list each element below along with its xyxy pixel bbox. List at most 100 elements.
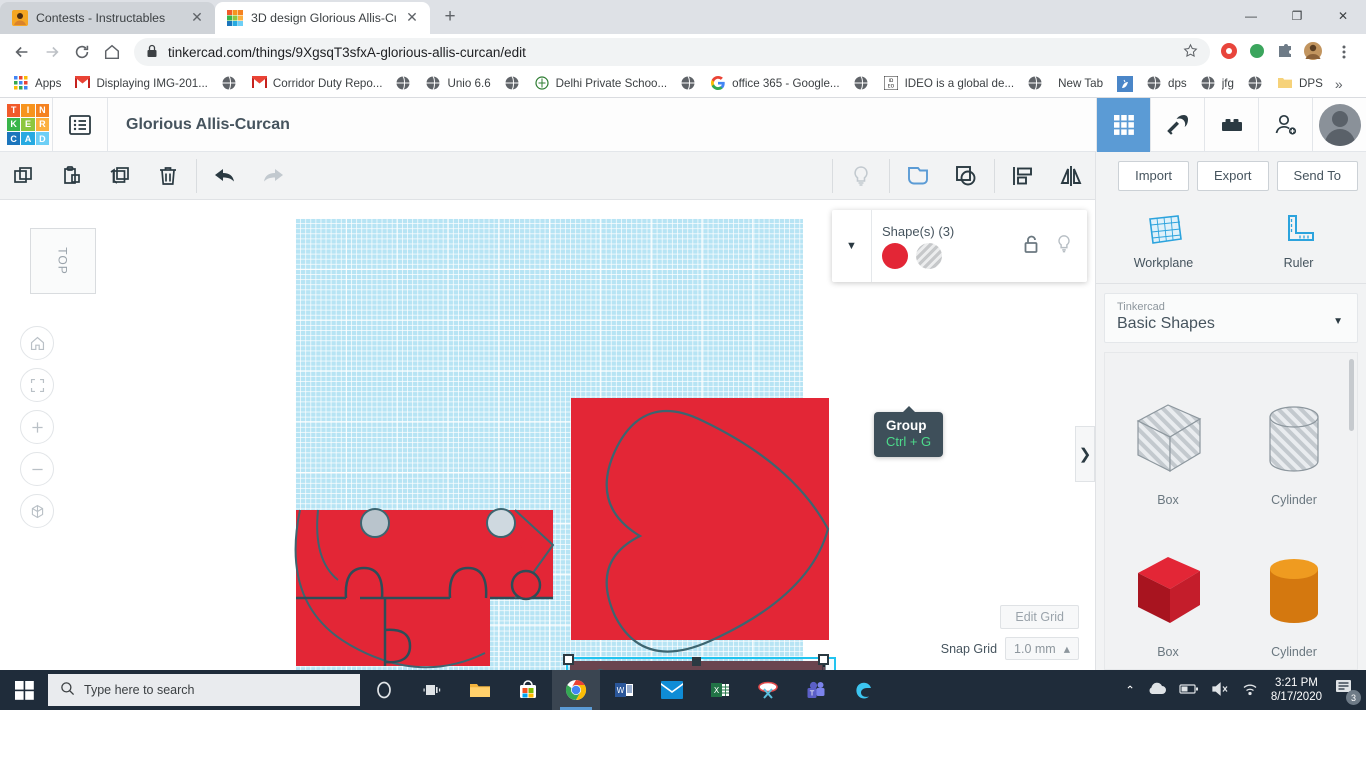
fit-to-view-icon[interactable]	[20, 368, 54, 402]
home-view-icon[interactable]	[20, 326, 54, 360]
search-input[interactable]: Type here to search	[48, 674, 360, 706]
edit-grid-button[interactable]: Edit Grid	[1000, 605, 1079, 629]
extension-globe-icon[interactable]	[1246, 40, 1270, 64]
solid-color-swatch[interactable]	[882, 242, 908, 269]
shape-library-picker[interactable]: Tinkercad Basic Shapes ▼	[1104, 293, 1358, 343]
shape-item-hole-cylinder[interactable]: Cylinder	[1231, 361, 1357, 513]
resize-handle-top-left[interactable]	[563, 654, 574, 665]
bookmark-ideo[interactable]: ID EO IDEO is a global de...	[878, 74, 1021, 94]
undo-arrow-icon[interactable]	[201, 152, 249, 200]
bookmark-delhi-private-school[interactable]: Delhi Private Schoo...	[529, 74, 673, 94]
chrome-icon[interactable]	[552, 670, 600, 710]
shape-item-orange-cylinder[interactable]: Cylinder	[1231, 513, 1357, 665]
group-icon[interactable]	[894, 152, 942, 200]
hole-swatch[interactable]	[916, 242, 942, 269]
new-tab-button[interactable]: +	[436, 4, 464, 32]
kebab-menu-icon[interactable]	[1330, 38, 1358, 66]
shape-item-hole-box[interactable]: Box	[1105, 361, 1231, 513]
star-icon[interactable]	[1183, 43, 1198, 61]
snipping-tool-icon[interactable]	[744, 670, 792, 710]
bookmark-gmail-1[interactable]: Displaying IMG-201...	[69, 74, 213, 94]
workplane-tool[interactable]: Workplane	[1096, 200, 1231, 283]
cortana-icon[interactable]	[360, 670, 408, 710]
minimize-button[interactable]: —	[1228, 0, 1274, 32]
page-title[interactable]: Glorious Allis-Curcan	[108, 116, 1096, 134]
back-icon[interactable]	[8, 38, 36, 66]
scrollbar-thumb[interactable]	[1349, 359, 1354, 431]
bookmark-apps[interactable]: Apps	[8, 74, 67, 94]
bookmark-globe-4[interactable]	[675, 74, 703, 94]
shape-item-red-box[interactable]: Box	[1105, 513, 1231, 665]
view-cube[interactable]: TOP	[30, 228, 96, 294]
ruler-tool[interactable]: Ruler	[1231, 200, 1366, 283]
word-icon[interactable]: W	[600, 670, 648, 710]
paste-icon[interactable]	[48, 152, 96, 200]
clock[interactable]: 3:21 PM 8/17/2020	[1271, 676, 1322, 705]
snap-grid-select[interactable]: 1.0 mm ▴	[1005, 637, 1079, 660]
excel-icon[interactable]: X	[696, 670, 744, 710]
panel-collapse-tab[interactable]: ❯	[1075, 426, 1095, 482]
bookmark-globe-2[interactable]	[390, 74, 418, 94]
resize-handle-top-right[interactable]	[818, 654, 829, 665]
extension-badge-icon[interactable]	[1218, 40, 1242, 64]
windows-start-icon[interactable]	[0, 670, 48, 710]
export-button[interactable]: Export	[1196, 160, 1269, 191]
import-button[interactable]: Import	[1118, 160, 1189, 191]
copy-icon[interactable]	[0, 152, 48, 200]
bookmark-globe-5[interactable]	[848, 74, 876, 94]
bookmark-folder-dps[interactable]: DPS	[1272, 74, 1329, 94]
bookmark-office365[interactable]: office 365 - Google...	[705, 74, 845, 94]
reload-icon[interactable]	[68, 38, 96, 66]
extension-puzzle-icon[interactable]	[1274, 40, 1298, 64]
send-to-button[interactable]: Send To	[1276, 160, 1358, 191]
close-icon[interactable]: ✕	[189, 10, 205, 26]
bookmark-new-tab[interactable]: New Tab	[1052, 75, 1109, 92]
bookmark-jfg[interactable]: jfg	[1195, 74, 1240, 94]
browser-tab-0[interactable]: Contests - Instructables ✕	[0, 2, 215, 34]
volume-mute-icon[interactable]	[1211, 681, 1229, 699]
bookmark-dps-1[interactable]: dps	[1141, 74, 1193, 94]
unlock-icon[interactable]	[1023, 234, 1041, 259]
selection-bounding-box[interactable]	[566, 657, 836, 670]
zoom-in-icon[interactable]	[20, 410, 54, 444]
perspective-toggle-icon[interactable]	[20, 494, 54, 528]
bookmarks-overflow-button[interactable]: »	[1331, 76, 1347, 92]
tinkercad-logo-icon[interactable]: T I N K E R C A D	[4, 101, 52, 149]
teams-icon[interactable]: T	[792, 670, 840, 710]
shapes-list[interactable]: Box Cylinder Box Cylinder	[1104, 352, 1358, 670]
align-icon[interactable]	[999, 152, 1047, 200]
list-menu-icon[interactable]	[53, 98, 107, 152]
minecraft-pickaxe-icon[interactable]	[1150, 97, 1204, 152]
lego-brick-icon[interactable]	[1204, 97, 1258, 152]
home-icon[interactable]	[98, 38, 126, 66]
mirror-icon[interactable]	[1047, 152, 1095, 200]
mail-icon[interactable]	[648, 670, 696, 710]
forward-icon[interactable]	[38, 38, 66, 66]
ungroup-icon[interactable]	[942, 152, 990, 200]
file-explorer-icon[interactable]	[456, 670, 504, 710]
profile-avatar-icon[interactable]	[1302, 40, 1326, 64]
lightbulb-icon[interactable]	[1055, 234, 1073, 259]
redo-arrow-icon[interactable]	[249, 152, 297, 200]
dashboard-grid-icon[interactable]	[1096, 97, 1150, 152]
bookmark-globe-7[interactable]	[1242, 74, 1270, 94]
resize-handle-top-center[interactable]	[692, 657, 701, 666]
3d-canvas[interactable]: TOP ▼ Shape(s) (3) Group Ctrl + G ❯ Edit…	[0, 200, 1095, 670]
cloud-icon[interactable]	[1147, 682, 1167, 699]
tray-chevron-icon[interactable]: ⌃	[1125, 683, 1135, 697]
bookmark-bird[interactable]	[1111, 74, 1139, 94]
close-window-button[interactable]: ✕	[1320, 0, 1366, 32]
add-person-icon[interactable]	[1258, 97, 1312, 152]
wifi-icon[interactable]	[1241, 682, 1259, 699]
lightbulb-icon[interactable]	[837, 152, 885, 200]
bookmark-globe-1[interactable]	[216, 74, 244, 94]
bookmark-unio[interactable]: Unio 6.6	[420, 74, 496, 94]
edge-icon[interactable]	[840, 670, 888, 710]
maximize-button[interactable]: ❐	[1274, 0, 1320, 32]
bookmark-globe-6[interactable]	[1022, 74, 1050, 94]
shape-item-blue-sphere[interactable]	[1105, 665, 1231, 669]
bookmark-gmail-2[interactable]: Corridor Duty Repo...	[246, 74, 389, 94]
bookmark-globe-3[interactable]	[499, 74, 527, 94]
chevron-down-icon[interactable]: ▼	[832, 210, 872, 282]
browser-tab-1[interactable]: 3D design Glorious Allis-Curcan | ✕	[215, 2, 430, 34]
